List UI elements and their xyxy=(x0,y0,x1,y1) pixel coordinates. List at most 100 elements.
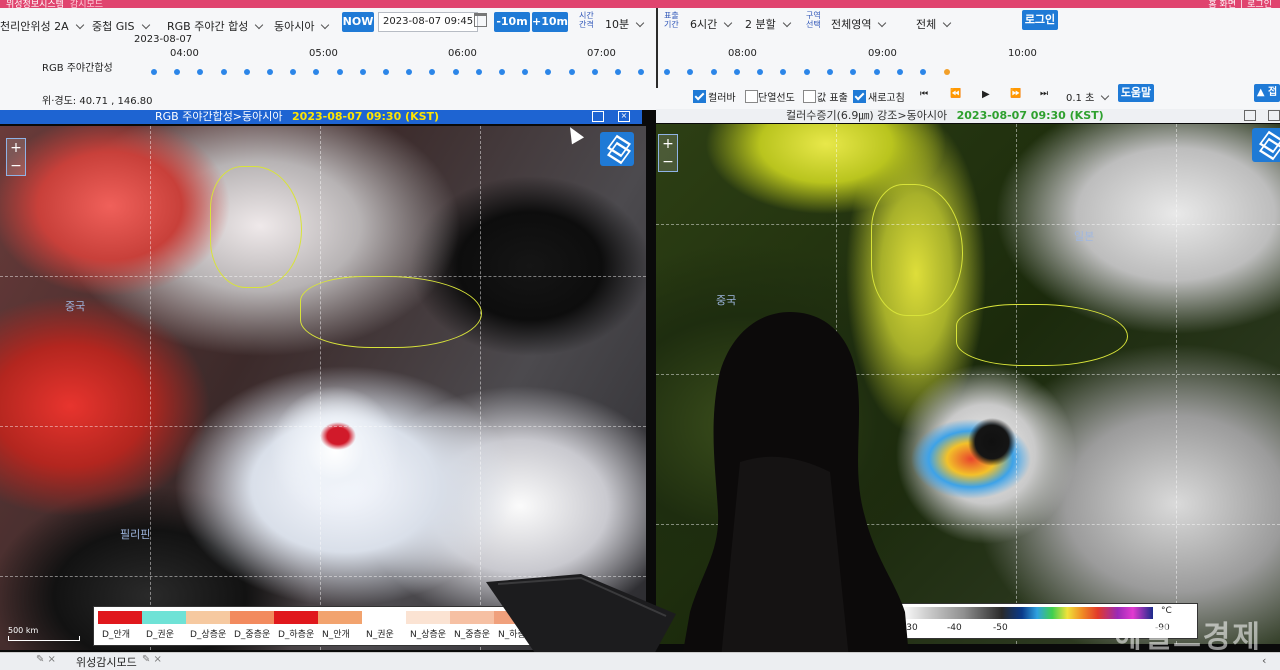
person-silhouette xyxy=(680,312,910,669)
zoom-out-icon[interactable]: − xyxy=(7,157,25,175)
timeline-dot[interactable] xyxy=(221,69,227,75)
gis-select[interactable]: 중첩 GIS xyxy=(92,18,135,34)
left-legend: D_안개 D_권운 D_상층운 D_중층운 D_하층운 N_안개 N_권운 N_상층운 N_중층… xyxy=(93,606,538,646)
close-icon[interactable] xyxy=(1268,110,1280,121)
timeline-dot[interactable] xyxy=(664,69,670,75)
maximize-icon[interactable] xyxy=(1244,110,1256,121)
timeline-dot[interactable] xyxy=(874,69,880,75)
timeline-dot[interactable] xyxy=(499,69,505,75)
layers-icon[interactable] xyxy=(1252,128,1280,162)
timeline-dot[interactable] xyxy=(592,69,598,75)
timeline-dot[interactable] xyxy=(711,69,717,75)
japan-coastline xyxy=(956,304,1128,366)
prev-frame-icon[interactable]: ⏪ xyxy=(950,89,961,99)
timeline-dot[interactable] xyxy=(545,69,551,75)
timeline-dot[interactable] xyxy=(453,69,459,75)
isotherm-checkbox[interactable] xyxy=(745,90,758,103)
timeline-dot[interactable] xyxy=(944,69,950,75)
refresh-checkbox[interactable] xyxy=(853,90,866,103)
close-icon[interactable]: × xyxy=(618,111,630,122)
timeline-dot[interactable] xyxy=(290,69,296,75)
timeline-dot[interactable] xyxy=(638,69,644,75)
timeline-dot[interactable] xyxy=(920,69,926,75)
legend-label: N_중층운 xyxy=(454,630,491,640)
map-label-philippines: 필리핀 xyxy=(120,528,151,541)
help-button[interactable]: 도움말 xyxy=(1118,84,1154,102)
legend-swatch xyxy=(230,611,274,624)
hour-label: 09:00 xyxy=(868,48,897,59)
timeline-dot[interactable] xyxy=(757,69,763,75)
speed-select[interactable]: 0.1 초 xyxy=(1066,89,1094,104)
map-label-china: 중국 xyxy=(65,300,86,313)
timeline-dot[interactable] xyxy=(569,69,575,75)
timeline-dot[interactable] xyxy=(897,69,903,75)
timeline-dot[interactable] xyxy=(360,69,366,75)
legend-label: D_권운 xyxy=(146,630,174,640)
zoom-in-icon[interactable]: + xyxy=(659,135,677,153)
edit-icon[interactable]: ✎ × xyxy=(36,654,56,665)
timeline-dot[interactable] xyxy=(267,69,273,75)
timeline-dot[interactable] xyxy=(827,69,833,75)
chevron-left-icon[interactable]: ‹ xyxy=(1262,654,1266,667)
all-select[interactable]: 전체 xyxy=(916,16,936,32)
timeline-dot[interactable] xyxy=(383,69,389,75)
timeline-dot[interactable] xyxy=(244,69,250,75)
edit-icon[interactable]: ✎ × xyxy=(142,654,162,665)
interval-select[interactable]: 10분 xyxy=(605,16,629,32)
left-satellite-map[interactable]: + − 중국 필리핀 xyxy=(0,126,646,650)
colorbar-tick: -50 xyxy=(993,623,1008,633)
footer-tabbar: ✎ × 위성감시모드 ✎ × ‹ xyxy=(0,652,1280,670)
next-frame-icon[interactable]: ⏩ xyxy=(1010,89,1021,99)
plus-10m-button[interactable]: +10m xyxy=(532,12,568,32)
footer-tab-monitor[interactable]: 위성감시모드 xyxy=(76,654,137,670)
last-frame-icon[interactable]: ⏭ xyxy=(1040,89,1048,99)
period-select[interactable]: 6시간 xyxy=(690,16,717,32)
collapse-button[interactable]: ▲ 접 xyxy=(1254,84,1280,102)
legend-label: N_상층운 xyxy=(410,630,447,640)
colorbar-checkbox[interactable] xyxy=(693,90,706,103)
timeline-dot[interactable] xyxy=(406,69,412,75)
now-button[interactable]: NOW xyxy=(342,12,374,32)
timeline-dot[interactable] xyxy=(687,69,693,75)
datetime-input[interactable]: 2023-08-07 09:45 xyxy=(378,12,478,32)
timeline-dot[interactable] xyxy=(476,69,482,75)
layers-icon[interactable] xyxy=(600,132,634,166)
satellite-select[interactable]: 천리안위성 2A xyxy=(0,18,69,34)
map-label-china: 중국 xyxy=(716,294,737,307)
calendar-icon[interactable] xyxy=(474,13,487,27)
timeline-date: 2023-08-07 xyxy=(134,34,193,45)
login-button[interactable]: 로그인 xyxy=(1022,10,1058,30)
split-select[interactable]: 2 분할 xyxy=(745,16,776,32)
zoom-in-icon[interactable]: + xyxy=(7,139,25,157)
isotherm-label: 단열선도 xyxy=(758,93,795,104)
timeline-dot[interactable] xyxy=(337,69,343,75)
play-icon[interactable]: ▶ xyxy=(982,89,990,100)
legend-label: D_안개 xyxy=(102,630,130,640)
timeline-dot[interactable] xyxy=(429,69,435,75)
area-caption: 구역 선택 xyxy=(806,11,821,29)
area-select[interactable]: 전체영역 xyxy=(831,16,871,32)
timeline-dot[interactable] xyxy=(197,69,203,75)
zoom-control[interactable]: + − xyxy=(658,134,678,172)
timeline-dot[interactable] xyxy=(151,69,157,75)
legend-swatch xyxy=(274,611,318,624)
timeline-dot[interactable] xyxy=(734,69,740,75)
timeline-dot[interactable] xyxy=(522,69,528,75)
timeline-dot[interactable] xyxy=(313,69,319,75)
values-checkbox[interactable] xyxy=(803,90,816,103)
legend-swatch xyxy=(186,611,230,624)
timeline-dot[interactable] xyxy=(615,69,621,75)
timeline-dot[interactable] xyxy=(850,69,856,75)
region-select[interactable]: 동아시아 xyxy=(274,18,314,34)
timeline-dot[interactable] xyxy=(780,69,786,75)
zoom-control[interactable]: + − xyxy=(6,138,26,176)
latlon-readout: 위·경도: 40.71 , 146.80 xyxy=(42,96,153,107)
timeline-dot[interactable] xyxy=(804,69,810,75)
maximize-icon[interactable] xyxy=(592,111,604,122)
product-select[interactable]: RGB 주야간 합성 xyxy=(167,18,248,34)
zoom-out-icon[interactable]: − xyxy=(659,153,677,171)
timeline-dot[interactable] xyxy=(174,69,180,75)
right-panel-timestamp: 2023-08-07 09:30 (KST) xyxy=(956,109,1104,122)
minus-10m-button[interactable]: -10m xyxy=(494,12,530,32)
first-frame-icon[interactable]: ⏮ xyxy=(920,89,928,99)
